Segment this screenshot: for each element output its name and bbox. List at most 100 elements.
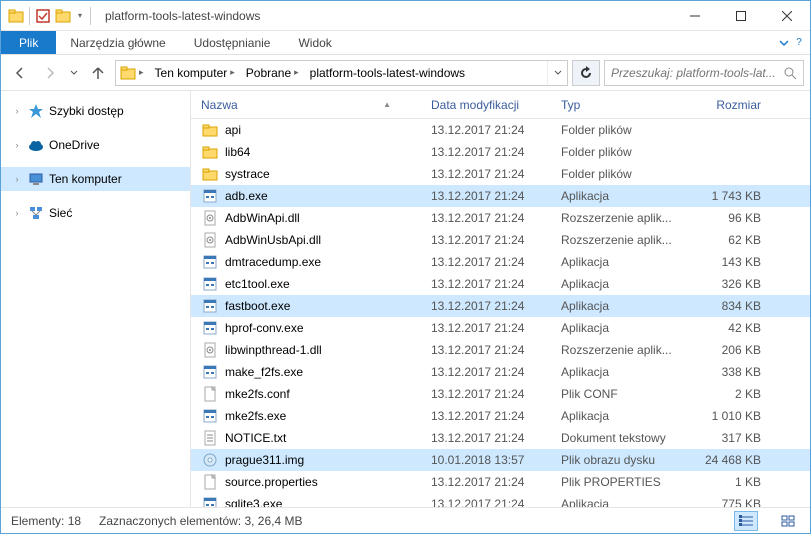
column-header-type[interactable]: Typ bbox=[561, 98, 691, 112]
file-date: 13.12.2017 21:24 bbox=[431, 343, 561, 357]
file-type: Aplikacja bbox=[561, 189, 691, 203]
file-row[interactable]: mke2fs.conf13.12.2017 21:24Plik CONF2 KB bbox=[191, 383, 810, 405]
file-row[interactable]: sqlite3.exe13.12.2017 21:24Aplikacja775 … bbox=[191, 493, 810, 507]
file-date: 10.01.2018 13:57 bbox=[431, 453, 561, 467]
file-size: 326 KB bbox=[691, 277, 771, 291]
column-headers: Nazwa▲ Data modyfikacji Typ Rozmiar bbox=[191, 91, 810, 119]
file-date: 13.12.2017 21:24 bbox=[431, 387, 561, 401]
file-name: systrace bbox=[225, 167, 431, 181]
file-date: 13.12.2017 21:24 bbox=[431, 145, 561, 159]
search-input[interactable] bbox=[611, 66, 783, 80]
refresh-button[interactable] bbox=[572, 60, 600, 86]
breadcrumb-label: platform-tools-latest-windows bbox=[310, 66, 465, 80]
file-row[interactable]: make_f2fs.exe13.12.2017 21:24Aplikacja33… bbox=[191, 361, 810, 383]
file-type: Rozszerzenie aplik... bbox=[561, 211, 691, 225]
file-type: Aplikacja bbox=[561, 299, 691, 313]
exe-icon bbox=[201, 297, 219, 315]
nav-forward-button[interactable] bbox=[37, 60, 63, 86]
column-header-size[interactable]: Rozmiar bbox=[691, 98, 771, 112]
qat-properties-icon[interactable] bbox=[34, 7, 52, 25]
file-row[interactable]: AdbWinUsbApi.dll13.12.2017 21:24Rozszerz… bbox=[191, 229, 810, 251]
file-row[interactable]: AdbWinApi.dll13.12.2017 21:24Rozszerzeni… bbox=[191, 207, 810, 229]
file-icon bbox=[201, 473, 219, 491]
file-date: 13.12.2017 21:24 bbox=[431, 475, 561, 489]
maximize-button[interactable] bbox=[718, 1, 764, 31]
file-type: Aplikacja bbox=[561, 277, 691, 291]
file-row[interactable]: etc1tool.exe13.12.2017 21:24Aplikacja326… bbox=[191, 273, 810, 295]
tab-share[interactable]: Udostępnianie bbox=[180, 31, 285, 54]
file-row[interactable]: libwinpthread-1.dll13.12.2017 21:24Rozsz… bbox=[191, 339, 810, 361]
search-box[interactable] bbox=[604, 60, 804, 86]
view-details-button[interactable] bbox=[734, 511, 758, 531]
nav-this-pc[interactable]: › Ten komputer bbox=[1, 167, 190, 191]
file-row[interactable]: source.properties13.12.2017 21:24Plik PR… bbox=[191, 471, 810, 493]
file-name: hprof-conv.exe bbox=[225, 321, 431, 335]
txt-icon bbox=[201, 429, 219, 447]
file-row[interactable]: hprof-conv.exe13.12.2017 21:24Aplikacja4… bbox=[191, 317, 810, 339]
file-name: etc1tool.exe bbox=[225, 277, 431, 291]
breadcrumb-segment-1[interactable]: Pobrane▸ bbox=[242, 61, 306, 85]
file-name: api bbox=[225, 123, 431, 137]
tab-file[interactable]: Plik bbox=[1, 31, 56, 54]
column-header-name[interactable]: Nazwa▲ bbox=[201, 98, 431, 112]
file-date: 13.12.2017 21:24 bbox=[431, 189, 561, 203]
column-header-date[interactable]: Data modyfikacji bbox=[431, 98, 561, 112]
address-history-dropdown[interactable] bbox=[547, 61, 567, 85]
breadcrumb-segment-0[interactable]: Ten komputer▸ bbox=[151, 61, 242, 85]
file-size: 834 KB bbox=[691, 299, 771, 313]
file-row[interactable]: mke2fs.exe13.12.2017 21:24Aplikacja1 010… bbox=[191, 405, 810, 427]
file-list[interactable]: api13.12.2017 21:24Folder plikówlib6413.… bbox=[191, 119, 810, 507]
file-size: 96 KB bbox=[691, 211, 771, 225]
file-row[interactable]: prague311.img10.01.2018 13:57Plik obrazu… bbox=[191, 449, 810, 471]
ribbon-expand-button[interactable]: ? bbox=[770, 31, 810, 54]
nav-network[interactable]: › Sieć bbox=[1, 201, 190, 225]
breadcrumb-segment-2[interactable]: platform-tools-latest-windows bbox=[306, 61, 469, 85]
nav-label: Szybki dostęp bbox=[49, 104, 124, 118]
nav-onedrive[interactable]: › OneDrive bbox=[1, 133, 190, 157]
file-date: 13.12.2017 21:24 bbox=[431, 431, 561, 445]
chevron-right-icon[interactable]: › bbox=[11, 106, 23, 116]
nav-back-button[interactable] bbox=[7, 60, 33, 86]
chevron-right-icon[interactable]: › bbox=[11, 140, 23, 150]
file-name: AdbWinUsbApi.dll bbox=[225, 233, 431, 247]
file-name: libwinpthread-1.dll bbox=[225, 343, 431, 357]
file-pane: Nazwa▲ Data modyfikacji Typ Rozmiar api1… bbox=[191, 91, 810, 507]
close-button[interactable] bbox=[764, 1, 810, 31]
address-box[interactable]: ▸ Ten komputer▸ Pobrane▸ platform-tools-… bbox=[115, 60, 568, 86]
file-row[interactable]: dmtracedump.exe13.12.2017 21:24Aplikacja… bbox=[191, 251, 810, 273]
file-type: Aplikacja bbox=[561, 321, 691, 335]
file-size: 775 KB bbox=[691, 497, 771, 507]
qat-dropdown-icon[interactable]: ▾ bbox=[74, 7, 86, 25]
file-type: Aplikacja bbox=[561, 497, 691, 507]
qat-newfolder-icon[interactable] bbox=[54, 7, 72, 25]
nav-quick-access[interactable]: › Szybki dostęp bbox=[1, 99, 190, 123]
address-root-icon[interactable]: ▸ bbox=[116, 61, 151, 85]
file-size: 206 KB bbox=[691, 343, 771, 357]
tab-home[interactable]: Narzędzia główne bbox=[56, 31, 179, 54]
nav-recent-button[interactable] bbox=[67, 60, 81, 86]
chevron-right-icon[interactable]: › bbox=[11, 208, 23, 218]
dll-icon bbox=[201, 231, 219, 249]
file-date: 13.12.2017 21:24 bbox=[431, 277, 561, 291]
file-row[interactable]: NOTICE.txt13.12.2017 21:24Dokument tekst… bbox=[191, 427, 810, 449]
file-name: sqlite3.exe bbox=[225, 497, 431, 507]
file-row[interactable]: lib6413.12.2017 21:24Folder plików bbox=[191, 141, 810, 163]
file-name: mke2fs.conf bbox=[225, 387, 431, 401]
title-bar: ▾ platform-tools-latest-windows bbox=[1, 1, 810, 31]
file-row[interactable]: systrace13.12.2017 21:24Folder plików bbox=[191, 163, 810, 185]
file-row[interactable]: api13.12.2017 21:24Folder plików bbox=[191, 119, 810, 141]
sort-ascending-icon: ▲ bbox=[383, 100, 391, 109]
view-large-icons-button[interactable] bbox=[776, 511, 800, 531]
file-row[interactable]: adb.exe13.12.2017 21:24Aplikacja1 743 KB bbox=[191, 185, 810, 207]
cloud-icon bbox=[27, 136, 45, 154]
file-row[interactable]: fastboot.exe13.12.2017 21:24Aplikacja834… bbox=[191, 295, 810, 317]
file-type: Plik obrazu dysku bbox=[561, 453, 691, 467]
tab-view[interactable]: Widok bbox=[284, 31, 345, 54]
nav-up-button[interactable] bbox=[85, 60, 111, 86]
chevron-right-icon[interactable]: › bbox=[11, 174, 23, 184]
file-date: 13.12.2017 21:24 bbox=[431, 365, 561, 379]
star-icon bbox=[27, 102, 45, 120]
minimize-button[interactable] bbox=[672, 1, 718, 31]
nav-label: OneDrive bbox=[49, 138, 100, 152]
exe-icon bbox=[201, 319, 219, 337]
